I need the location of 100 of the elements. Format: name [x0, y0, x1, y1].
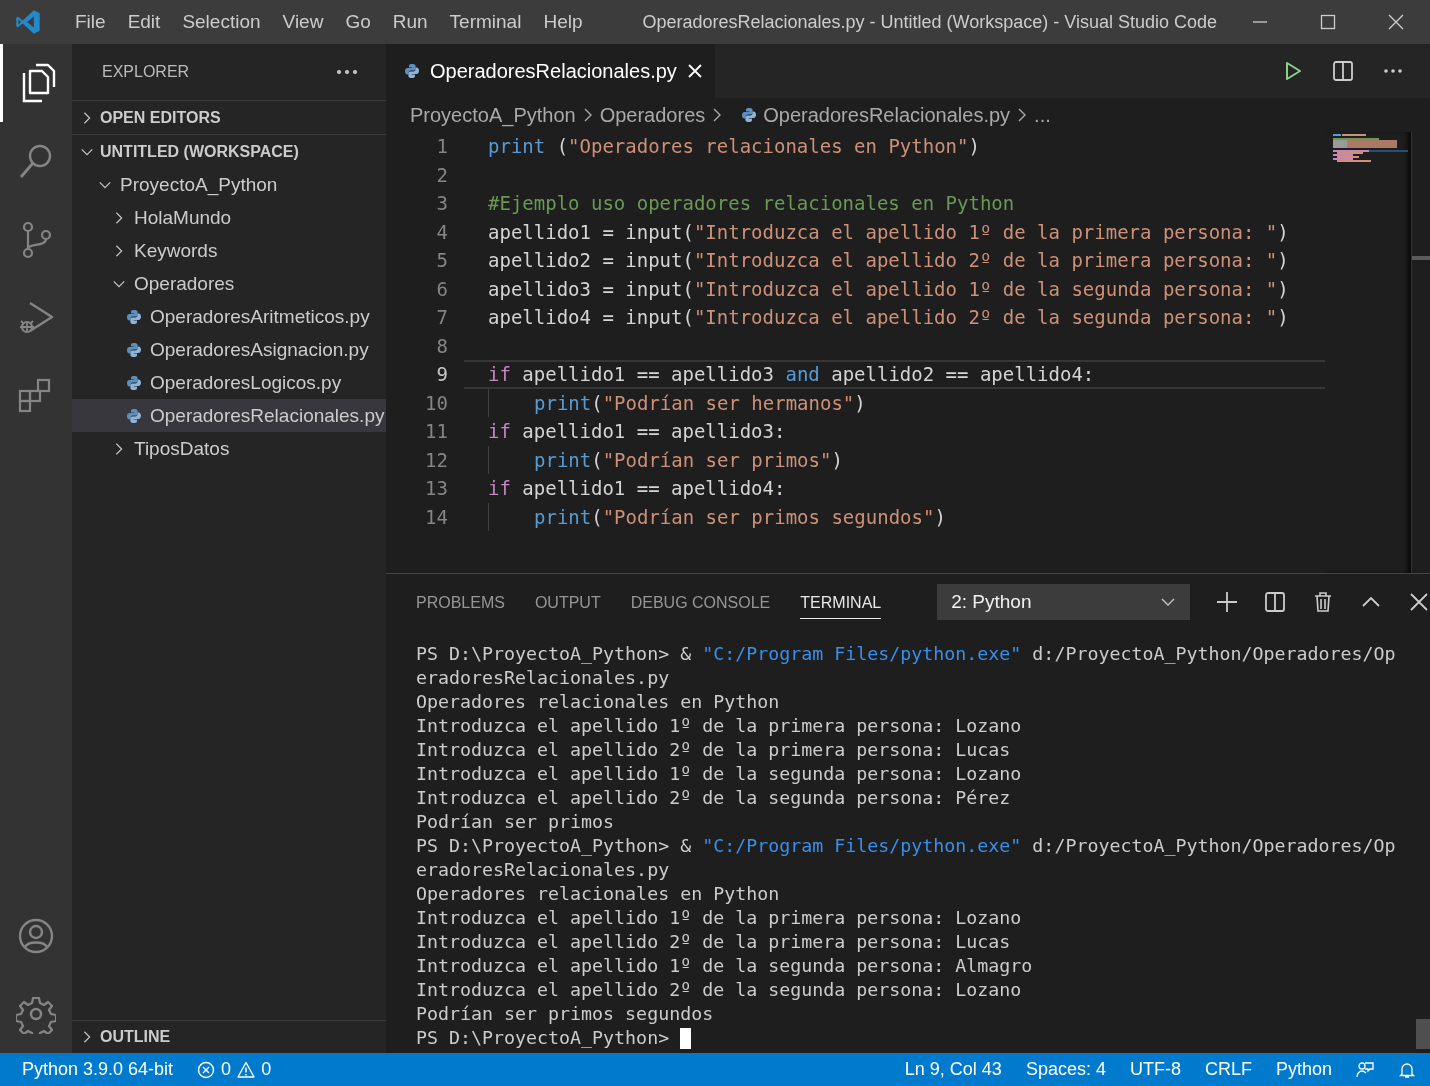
folder-item[interactable]: TiposDatos	[72, 432, 386, 465]
maximize-icon[interactable]	[1319, 13, 1337, 31]
status-item[interactable]: CRLF	[1204, 1059, 1252, 1080]
code-line: apellido4 = input("Introduzca el apellido 2º de la segunda persona: ")	[487, 305, 1290, 330]
warning-icon[interactable]	[237, 1060, 256, 1079]
line-number: 7	[435, 305, 449, 330]
folder-item[interactable]: ProyectoA_Python	[72, 168, 386, 201]
panel-tab[interactable]: OUTPUT	[534, 585, 601, 619]
breadcrumb-more[interactable]: ...	[1034, 103, 1051, 127]
menu-item[interactable]: Terminal	[438, 0, 533, 44]
line-number: 12	[424, 447, 449, 473]
line-number: 13	[424, 476, 449, 501]
terminal-line: PS D:\ProyectoA_Python>	[416, 1026, 671, 1050]
settings-icon[interactable]	[16, 994, 56, 1034]
panel-tab[interactable]: DEBUG CONSOLE	[630, 585, 771, 619]
line-number: 2	[435, 162, 449, 188]
menu-item[interactable]: Edit	[116, 0, 172, 44]
terminal-line: Operadores relacionales en Python	[416, 882, 780, 906]
vscode-logo	[14, 8, 42, 36]
code-line: apellido3 = input("Introduzca el apellido 1º de la segunda persona: ")	[487, 276, 1290, 302]
line-number: 4	[435, 219, 449, 245]
folder-item[interactable]: Keywords	[72, 234, 386, 267]
scrollbar-thumb[interactable]	[1416, 1019, 1430, 1049]
line-number: 1	[435, 134, 449, 159]
code-line: print("Podrían ser primos")	[464, 445, 1325, 474]
terminal-line: Introduzca el apellido 1º de la primera persona: Lozano	[416, 714, 1022, 738]
terminal-line: Operadores relacionales en Python	[416, 690, 780, 714]
breadcrumb-item[interactable]: OperadoresRelacionales.py	[763, 103, 1011, 127]
line-number: 5	[435, 248, 449, 273]
menu-item[interactable]: File	[64, 0, 117, 44]
status-item[interactable]: UTF-8	[1129, 1059, 1181, 1080]
terminal-line: Podrían ser primos	[416, 810, 615, 834]
code-line: apellido2 = input("Introduzca el apellido 2º de la primera persona: ")	[487, 248, 1290, 273]
folder-item[interactable]: HolaMundo	[72, 201, 386, 234]
error-icon[interactable]	[197, 1060, 216, 1079]
interpreter-status[interactable]: Python 3.9.0 64-bit	[22, 1059, 174, 1080]
line-number: 3	[435, 191, 449, 216]
panel-tab[interactable]: PROBLEMS	[416, 585, 505, 619]
minimap-drawing[interactable]	[1333, 134, 1409, 162]
window-title: OperadoresRelacionales.py - Untitled (Workspace) - Visual Studio Code	[641, 11, 1219, 33]
menu-item[interactable]: Go	[334, 0, 382, 44]
code-line: if apellido1 == apellido4:	[487, 476, 787, 501]
terminal-dropdown[interactable]: 2: Python	[937, 584, 1190, 620]
split-terminal-icon[interactable]	[1264, 591, 1286, 613]
terminal-line: Podrían ser primos segundos	[416, 1002, 714, 1026]
breadcrumb-item[interactable]: Operadores	[599, 103, 706, 127]
code-line: apellido1 = input("Introduzca el apellido 1º de la primera persona: ")	[487, 219, 1290, 245]
terminal-line: PS D:\ProyectoA_Python> & "C:/Program Files/python.exe" d:/ProyectoA_Python/Operadores/Op	[416, 642, 1396, 666]
terminal-line: eradoresRelacionales.py	[416, 666, 670, 690]
tree-item[interactable]: OperadoresAritmeticos.py	[72, 300, 386, 333]
terminal-line: Introduzca el apellido 2º de la segunda persona: Pérez	[416, 786, 1011, 810]
plus-icon[interactable]	[1216, 591, 1238, 613]
split-editor-icon[interactable]	[1332, 60, 1354, 82]
line-number: 9	[435, 362, 449, 387]
code-line: print ("Operadores relacionales en Python")	[487, 134, 981, 159]
line-number: 6	[435, 276, 449, 302]
menu-item[interactable]: Help	[532, 0, 594, 44]
line-number: 14	[424, 504, 449, 530]
terminal-line: Introduzca el apellido 1º de la segunda persona: Almagro	[416, 954, 1033, 978]
python-file-icon	[126, 407, 142, 424]
warning-count[interactable]: 0	[261, 1059, 272, 1080]
menu-item[interactable]: Run	[381, 0, 439, 44]
feedback-icon[interactable]	[1356, 1060, 1374, 1079]
status-item[interactable]: Python	[1275, 1059, 1332, 1080]
trash-icon[interactable]	[1312, 591, 1334, 613]
account-icon[interactable]	[16, 916, 56, 956]
explorer-title: EXPLORER	[102, 63, 190, 81]
tree-item[interactable]: OperadoresLogicos.py	[72, 366, 386, 399]
tree-item[interactable]: OperadoresRelacionales.py	[72, 399, 386, 432]
python-file-icon	[741, 107, 758, 123]
menu-item[interactable]: Selection	[171, 0, 272, 44]
status-item[interactable]: Ln 9, Col 43	[904, 1059, 1002, 1080]
close-icon[interactable]	[1387, 13, 1405, 31]
status-item[interactable]: Spaces: 4	[1025, 1059, 1106, 1080]
terminal-line: eradoresRelacionales.py	[416, 858, 670, 882]
terminal-line: Introduzca el apellido 1º de la segunda persona: Lozano	[416, 762, 1022, 786]
code-line: #Ejemplo uso operadores relacionales en Python	[487, 191, 1016, 216]
folder-item[interactable]: Operadores	[72, 267, 386, 300]
breadcrumb-item[interactable]: ProyectoA_Python	[410, 103, 576, 127]
code-line: print("Podrían ser hermanos")	[464, 388, 1325, 417]
terminal-line: Introduzca el apellido 2º de la primera persona: Lucas	[416, 738, 1011, 762]
more-actions-icon[interactable]	[336, 69, 358, 75]
editor-tab[interactable]: OperadoresRelacionales.py	[386, 44, 715, 98]
section-header[interactable]: UNTITLED (WORKSPACE)	[72, 134, 386, 168]
section-header[interactable]: OPEN EDITORS	[72, 100, 386, 134]
code-line: if apellido1 == apellido3:	[487, 419, 787, 444]
code-line: if apellido1 == apellido3 and apellido2 == apellido4:	[464, 360, 1325, 389]
error-count[interactable]: 0	[221, 1059, 232, 1080]
tree-item[interactable]: OperadoresAsignacion.py	[72, 333, 386, 366]
code-line: print("Podrían ser primos segundos")	[464, 502, 1325, 531]
terminal-line: Introduzca el apellido 1º de la primera persona: Lozano	[416, 906, 1022, 930]
menu-item[interactable]: View	[271, 0, 335, 44]
python-file-icon	[126, 374, 142, 391]
close-icon[interactable]	[1408, 591, 1430, 613]
panel-tab[interactable]: TERMINAL	[800, 585, 882, 619]
python-file-icon	[126, 341, 142, 358]
line-number: 10	[424, 390, 449, 416]
bell-icon[interactable]	[1398, 1060, 1416, 1079]
terminal-line: Introduzca el apellido 2º de la primera persona: Lucas	[416, 930, 1011, 954]
scrollbar-thumb[interactable]	[1412, 256, 1430, 260]
